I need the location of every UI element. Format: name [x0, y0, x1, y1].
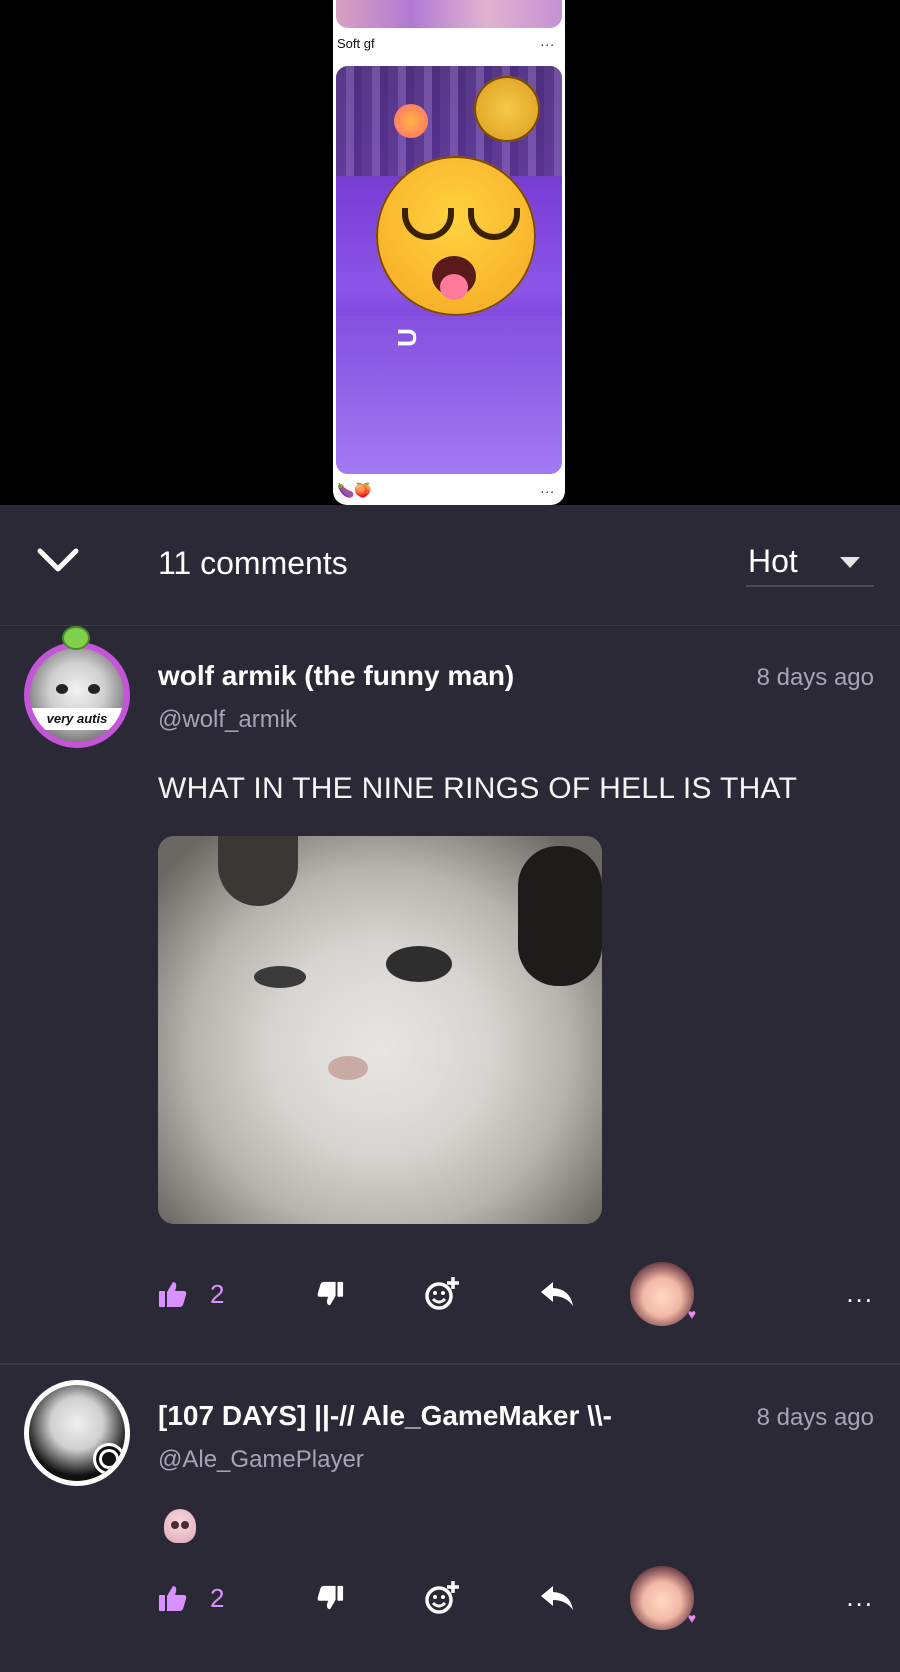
emoji-sticker-small	[474, 76, 540, 142]
emoji-sticker-tiny	[394, 104, 428, 138]
comment-item: very autis wolf armik (the funny man) @w…	[0, 626, 900, 1365]
frog-badge-icon	[62, 626, 90, 650]
comment-author-handle[interactable]: @wolf_armik	[158, 706, 297, 734]
comments-header: 11 comments Hot	[0, 505, 900, 626]
screenshot-more-icon: ...	[540, 33, 555, 49]
comment-actions: 2 ♥ ...	[0, 1564, 900, 1634]
comment-author-handle[interactable]: @Ale_GamePlayer	[158, 1446, 364, 1474]
caret-down-icon	[840, 557, 860, 568]
bed-area	[336, 316, 562, 474]
comment-timestamp: 8 days ago	[756, 664, 874, 691]
dislike-button[interactable]	[316, 1272, 344, 1316]
comment-attached-image[interactable]	[158, 836, 602, 1224]
avatar[interactable]: very autis	[24, 642, 130, 748]
like-button[interactable]: 2	[158, 1576, 224, 1620]
comment-item: [107 DAYS] ||-// Ale_GameMaker \\- @Ale_…	[0, 1364, 900, 1672]
comment-text: WHAT IN THE NINE RINGS OF HELL IS THAT	[158, 772, 798, 805]
reactor-avatar[interactable]: ♥	[628, 1564, 696, 1632]
sort-selected-value: Hot	[748, 543, 798, 579]
reactor-avatar[interactable]: ♥	[628, 1260, 696, 1328]
comment-actions: 2 ♥ ...	[0, 1260, 900, 1330]
chevron-down-icon	[37, 548, 79, 572]
avatar[interactable]	[24, 1380, 130, 1486]
post-screenshot-image: Soft gf ... U 🍆🍑 ...	[333, 0, 565, 505]
add-reaction-icon	[425, 1277, 459, 1310]
screenshot-main-image: U	[336, 66, 562, 474]
reply-button[interactable]	[540, 1272, 574, 1316]
screenshot-mark: U	[391, 328, 422, 347]
screenshot-top-image	[336, 0, 562, 28]
screenshot-bottom-bar: 🍆🍑 ...	[333, 476, 565, 505]
heart-icon: ♥	[687, 1610, 696, 1626]
screenshot-caption: Soft gf	[337, 36, 375, 51]
thumbs-up-icon	[159, 1282, 187, 1307]
comment-timestamp: 8 days ago	[756, 1404, 874, 1431]
sort-dropdown[interactable]: Hot	[746, 535, 874, 587]
thumbs-up-icon	[159, 1586, 187, 1611]
more-options-button[interactable]: ...	[846, 1278, 874, 1309]
media-viewer[interactable]: Soft gf ... U 🍆🍑 ...	[0, 0, 900, 505]
comment-author-name[interactable]: wolf armik (the funny man)	[158, 660, 514, 692]
reply-icon	[541, 1282, 573, 1306]
skull-emoji-icon	[164, 1509, 196, 1543]
like-button[interactable]: 2	[158, 1272, 224, 1316]
comment-author-name[interactable]: [107 DAYS] ||-// Ale_GameMaker \\-	[158, 1400, 612, 1432]
reply-icon	[541, 1586, 573, 1610]
emoji-sticker-large	[376, 156, 536, 316]
screenshot-more-icon-bottom: ...	[540, 480, 555, 496]
dislike-button[interactable]	[316, 1576, 344, 1620]
heart-icon: ♥	[687, 1306, 696, 1322]
thumbs-down-icon	[317, 1585, 344, 1610]
like-count: 2	[210, 1582, 225, 1613]
avatar-banner-text: very autis	[30, 708, 124, 730]
like-count: 2	[210, 1278, 225, 1309]
collapse-comments-button[interactable]	[36, 545, 86, 585]
add-reaction-icon	[425, 1581, 459, 1614]
thumbs-down-icon	[317, 1281, 344, 1306]
more-options-button[interactable]: ...	[846, 1582, 874, 1613]
comments-count: 11 comments	[158, 545, 348, 581]
reply-button[interactable]	[540, 1576, 574, 1620]
spiral-icon	[93, 1443, 125, 1475]
add-reaction-button[interactable]	[424, 1576, 460, 1620]
eggplant-peach-emoji-icon: 🍆🍑	[337, 482, 372, 498]
add-reaction-button[interactable]	[424, 1272, 460, 1316]
